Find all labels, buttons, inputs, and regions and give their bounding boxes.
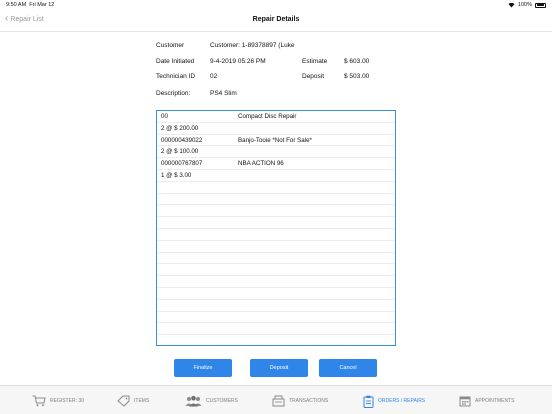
item-qty-price: 2 @ $ 100.00 bbox=[161, 148, 199, 156]
tab-transactions[interactable]: TRANSACTIONS bbox=[272, 394, 328, 408]
status-time: 9:50 AM Fri Mar 12 bbox=[6, 2, 55, 8]
date-initiated-label: Date Initiated bbox=[156, 58, 195, 65]
description-label: Description: bbox=[156, 90, 191, 97]
date-initiated-value: 9-4-2019 05:26 PM bbox=[210, 58, 266, 65]
tag-icon bbox=[117, 395, 130, 407]
page-title: Repair Details bbox=[252, 16, 300, 23]
item-qty-price: 2 @ $ 200.00 bbox=[161, 124, 199, 132]
item-qty-price: 1 @ $ 3.00 bbox=[161, 171, 192, 179]
item-sku: 000000439022 bbox=[161, 136, 203, 144]
empty-row bbox=[157, 253, 395, 265]
list-item[interactable]: 000000767807 NBA ACTION 96 bbox=[157, 158, 395, 170]
calendar-icon bbox=[459, 396, 471, 407]
empty-row bbox=[157, 300, 395, 312]
repair-items-list[interactable]: 00 Compact Disc Repair 2 @ $ 200.00 0000… bbox=[156, 110, 396, 346]
wifi-icon bbox=[508, 2, 515, 8]
status-bar: 9:50 AM Fri Mar 12 100% bbox=[0, 0, 552, 10]
people-icon bbox=[185, 395, 202, 407]
technician-id-label: Technician ID bbox=[156, 73, 196, 80]
battery-percent: 100% bbox=[517, 2, 532, 8]
battery-icon bbox=[535, 2, 546, 8]
nav-bar: ‹ Repair List Repair Details bbox=[0, 10, 552, 32]
deposit-value: $ 503.00 bbox=[344, 73, 370, 80]
tab-appointments[interactable]: APPOINTMENTS bbox=[459, 394, 514, 408]
tab-register-label: REGISTER: 30 bbox=[50, 398, 84, 404]
deposit-button[interactable]: Deposit bbox=[250, 359, 308, 377]
empty-row bbox=[157, 335, 395, 345]
tab-customers-label: CUSTOMERS bbox=[206, 398, 238, 404]
item-sku: 00 bbox=[161, 113, 168, 120]
item-name: Banjo-Tooie *Not For Sale* bbox=[238, 136, 312, 144]
item-sku: 000000767807 bbox=[161, 160, 203, 168]
empty-row bbox=[157, 323, 395, 336]
list-item[interactable]: 00 Compact Disc Repair bbox=[157, 111, 395, 123]
item-name: Compact Disc Repair bbox=[238, 113, 297, 120]
technician-id-value: 02 bbox=[210, 73, 218, 80]
cart-icon bbox=[32, 395, 46, 407]
empty-row bbox=[157, 276, 395, 288]
empty-row bbox=[157, 312, 395, 324]
list-item-qty[interactable]: 2 @ $ 200.00 bbox=[157, 123, 395, 135]
list-item[interactable]: 000000439022 Banjo-Tooie *Not For Sale* bbox=[157, 135, 395, 147]
list-item-qty[interactable]: 1 @ $ 3.00 bbox=[157, 170, 395, 182]
empty-row bbox=[157, 288, 395, 300]
tab-items[interactable]: ITEMS bbox=[117, 394, 149, 408]
empty-row bbox=[157, 241, 395, 253]
list-item-qty[interactable]: 2 @ $ 100.00 bbox=[157, 146, 395, 159]
tab-transactions-label: TRANSACTIONS bbox=[289, 398, 329, 404]
status-right: 100% bbox=[508, 2, 546, 8]
cancel-button[interactable]: Cancel bbox=[319, 359, 377, 377]
clipboard-icon bbox=[363, 395, 374, 408]
empty-row bbox=[157, 229, 395, 241]
item-name: NBA ACTION 96 bbox=[238, 160, 284, 168]
tab-orders-repairs-label: ORDERS / REPAIRS bbox=[378, 398, 426, 404]
empty-row bbox=[157, 217, 395, 229]
description-value: PS4 Slim bbox=[210, 90, 237, 97]
customer-value[interactable]: Customer: 1-89378897 (Luke bbox=[210, 42, 295, 49]
empty-row bbox=[157, 194, 395, 206]
empty-row bbox=[157, 182, 395, 194]
tab-appointments-label: APPOINTMENTS bbox=[475, 398, 515, 404]
register-icon bbox=[272, 395, 285, 407]
finalize-button[interactable]: Finalize bbox=[174, 359, 232, 377]
estimate-value: $ 603.00 bbox=[344, 58, 370, 65]
tab-orders-repairs[interactable]: ORDERS / REPAIRS bbox=[363, 394, 425, 408]
tab-customers[interactable]: CUSTOMERS bbox=[185, 394, 238, 408]
estimate-label: Estimate bbox=[302, 58, 328, 65]
tab-register[interactable]: REGISTER: 30 bbox=[32, 394, 84, 408]
empty-row bbox=[157, 264, 395, 277]
empty-row bbox=[157, 205, 395, 218]
tab-items-label: ITEMS bbox=[134, 398, 150, 404]
tab-bar: REGISTER: 30 ITEMS CUSTOMERS TRANSACTION… bbox=[0, 385, 552, 414]
deposit-label: Deposit bbox=[302, 73, 325, 80]
customer-label: Customer bbox=[156, 42, 185, 49]
